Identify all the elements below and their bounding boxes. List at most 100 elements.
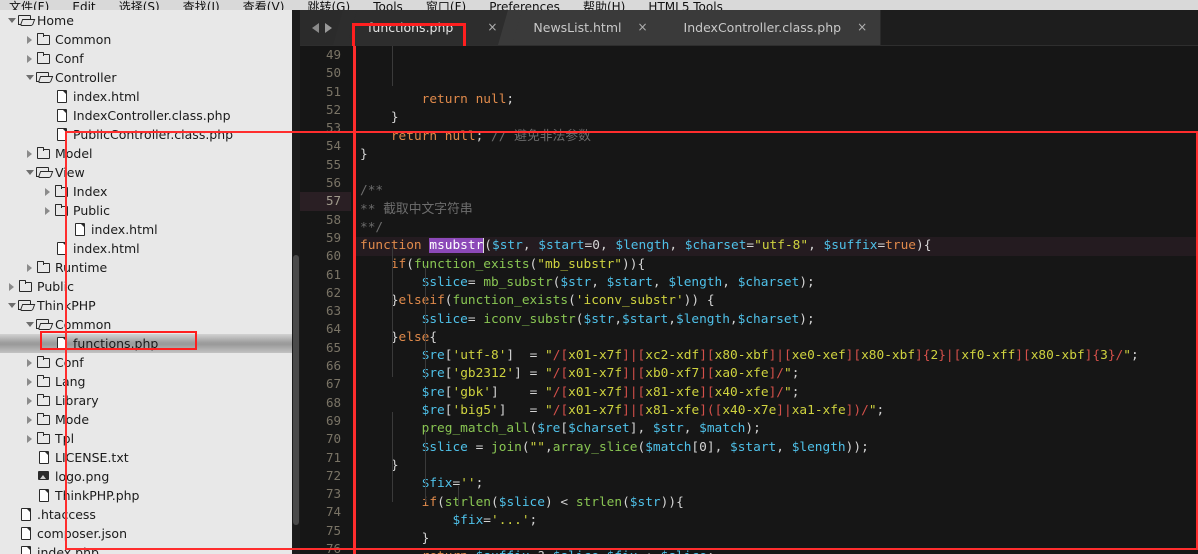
chevron-down-icon[interactable] — [8, 11, 18, 30]
tree-item[interactable]: index.php — [0, 543, 292, 554]
tree-item[interactable]: PublicController.class.php — [0, 125, 292, 144]
tree-item[interactable]: .htaccess — [0, 505, 292, 524]
editor-tab[interactable]: functions.php × — [346, 10, 512, 45]
chevron-right-icon[interactable] — [44, 201, 54, 220]
chevron-right-icon[interactable] — [26, 258, 36, 277]
code-line[interactable]: }else{ — [356, 329, 1198, 347]
code-line[interactable]: return $suffix ? $slice.$fix : $slice; — [356, 548, 1198, 554]
code-line[interactable]: }elseif(function_exists('iconv_substr'))… — [356, 292, 1198, 310]
tree-item[interactable]: Mode — [0, 410, 292, 429]
line-number-gutter: 49 50 51 52 53 54 55 56 57 58 59 60 61 62 63 64 65 66 67 68… — [300, 46, 351, 554]
code-line[interactable]: } — [356, 146, 1198, 164]
chevron-down-icon[interactable] — [8, 296, 18, 315]
tree-item[interactable]: Tpl — [0, 429, 292, 448]
tree-item[interactable]: functions.php — [0, 334, 292, 353]
code-line[interactable]: $re['big5'] = "/[x01-x7f]|[x81-xfe]([x40… — [356, 402, 1198, 420]
code-line[interactable]: $slice = join("",array_slice($match[0], … — [356, 439, 1198, 457]
tree-item[interactable]: Common — [0, 30, 292, 49]
tree-item[interactable]: Runtime — [0, 258, 292, 277]
tree-item-label: Model — [55, 146, 93, 161]
tree-item-label: Lang — [55, 374, 86, 389]
code-line[interactable]: } — [356, 530, 1198, 548]
code-line[interactable]: $slice= mb_substr($str, $start, $length,… — [356, 274, 1198, 292]
tree-item[interactable]: Lang — [0, 372, 292, 391]
code-content[interactable]: return null; } return null; // 避免非法参数} /*… — [356, 46, 1198, 554]
chevron-right-icon[interactable] — [26, 429, 36, 448]
tree-item[interactable]: index.html — [0, 87, 292, 106]
tree-item[interactable]: logo.png — [0, 467, 292, 486]
tree-item[interactable]: Library — [0, 391, 292, 410]
chevron-right-icon[interactable] — [44, 182, 54, 201]
code-line[interactable]: preg_match_all($re[$charset], $str, $mat… — [356, 420, 1198, 438]
code-line[interactable]: if(function_exists("mb_substr")){ — [356, 256, 1198, 274]
chevron-down-icon[interactable] — [26, 163, 36, 182]
editor-tab[interactable]: NewsList.html × — [511, 10, 662, 45]
code-line[interactable] — [356, 164, 1198, 182]
folder-icon — [36, 353, 51, 372]
tree-item[interactable]: LICENSE.txt — [0, 448, 292, 467]
tree-item-label: composer.json — [37, 526, 128, 541]
tree-item[interactable]: index.html — [0, 239, 292, 258]
tree-item[interactable]: index.html — [0, 220, 292, 239]
close-icon[interactable]: × — [857, 10, 867, 45]
tree-item[interactable]: Conf — [0, 353, 292, 372]
folder-icon — [36, 429, 51, 448]
code-line[interactable]: $fix=''; — [356, 475, 1198, 493]
folder-icon — [36, 372, 51, 391]
editor-tab[interactable]: IndexController.class.php × — [661, 10, 882, 45]
code-line[interactable]: $re['gb2312'] = "/[x01-x7f]|[xb0-xf7][xa… — [356, 365, 1198, 383]
arrow-left-icon[interactable] — [312, 23, 319, 33]
tree-item-label: Library — [55, 393, 99, 408]
code-line[interactable]: $fix='...'; — [356, 512, 1198, 530]
code-line[interactable]: if(strlen($slice) < strlen($str)){ — [356, 494, 1198, 512]
text-selection[interactable]: msubstr — [429, 238, 485, 254]
tab-list[interactable]: functions.php × NewsList.html × IndexControl… — [346, 10, 882, 45]
chevron-right-icon[interactable] — [26, 410, 36, 429]
arrow-right-icon[interactable] — [325, 23, 332, 33]
chevron-right-icon[interactable] — [26, 372, 36, 391]
tree-item[interactable]: Controller — [0, 68, 292, 87]
chevron-right-icon[interactable] — [26, 30, 36, 49]
tree-item[interactable]: ThinkPHP — [0, 296, 292, 315]
file-tree[interactable]: Home Common Conf Controller index.html IndexC… — [0, 10, 292, 554]
code-line[interactable]: ** 截取中文字符串 — [356, 201, 1198, 219]
code-line[interactable]: function msubstr($str, $start=0, $length… — [356, 237, 1198, 256]
tree-item[interactable]: Public — [0, 201, 292, 220]
code-line[interactable]: **/ — [356, 219, 1198, 237]
code-line[interactable]: $re['utf-8'] = "/[x01-x7f]|[xc2-xdf][x80… — [356, 347, 1198, 365]
code-editor[interactable]: 49 50 51 52 53 54 55 56 57 58 59 60 61 62 63 64 65 66 67 68… — [300, 46, 1198, 554]
tree-item[interactable]: Model — [0, 144, 292, 163]
code-line[interactable]: return null; — [356, 91, 1198, 109]
chevron-down-icon[interactable] — [26, 68, 36, 87]
chevron-right-icon[interactable] — [26, 49, 36, 68]
chevron-right-icon[interactable] — [26, 391, 36, 410]
chevron-down-icon[interactable] — [26, 315, 36, 334]
tree-item[interactable]: View — [0, 163, 292, 182]
code-line[interactable]: } — [356, 109, 1198, 127]
folder-icon — [36, 258, 51, 277]
tree-item[interactable]: Common — [0, 315, 292, 334]
tree-item[interactable]: composer.json — [0, 524, 292, 543]
line-number: 63 — [325, 303, 341, 319]
sidebar-scrollbar-thumb[interactable] — [293, 255, 299, 525]
spacer-icon — [44, 239, 54, 258]
tree-item[interactable]: ThinkPHP.php — [0, 486, 292, 505]
chevron-right-icon[interactable] — [26, 144, 36, 163]
code-line[interactable]: return null; // 避免非法参数 — [356, 128, 1198, 146]
tree-item[interactable]: Conf — [0, 49, 292, 68]
file-tree-sidebar[interactable]: Home Common Conf Controller index.html IndexC… — [0, 10, 292, 554]
chevron-right-icon[interactable] — [26, 353, 36, 372]
tree-item[interactable]: IndexController.class.php — [0, 106, 292, 125]
chevron-right-icon[interactable] — [8, 277, 18, 296]
tree-item-label: LICENSE.txt — [55, 450, 129, 465]
close-icon[interactable]: × — [637, 10, 647, 45]
code-line[interactable]: $re['gbk'] = "/[x01-x7f]|[x81-xfe][x40-x… — [356, 384, 1198, 402]
tab-bar[interactable]: functions.php × NewsList.html × IndexControl… — [300, 10, 1198, 46]
code-line[interactable]: } — [356, 457, 1198, 475]
close-icon[interactable]: × — [487, 10, 497, 45]
tree-item[interactable]: Index — [0, 182, 292, 201]
code-line[interactable]: /** — [356, 182, 1198, 200]
code-line[interactable]: $slice= iconv_substr($str,$start,$length… — [356, 311, 1198, 329]
tree-item[interactable]: Home — [0, 11, 292, 30]
tree-item[interactable]: Public — [0, 277, 292, 296]
